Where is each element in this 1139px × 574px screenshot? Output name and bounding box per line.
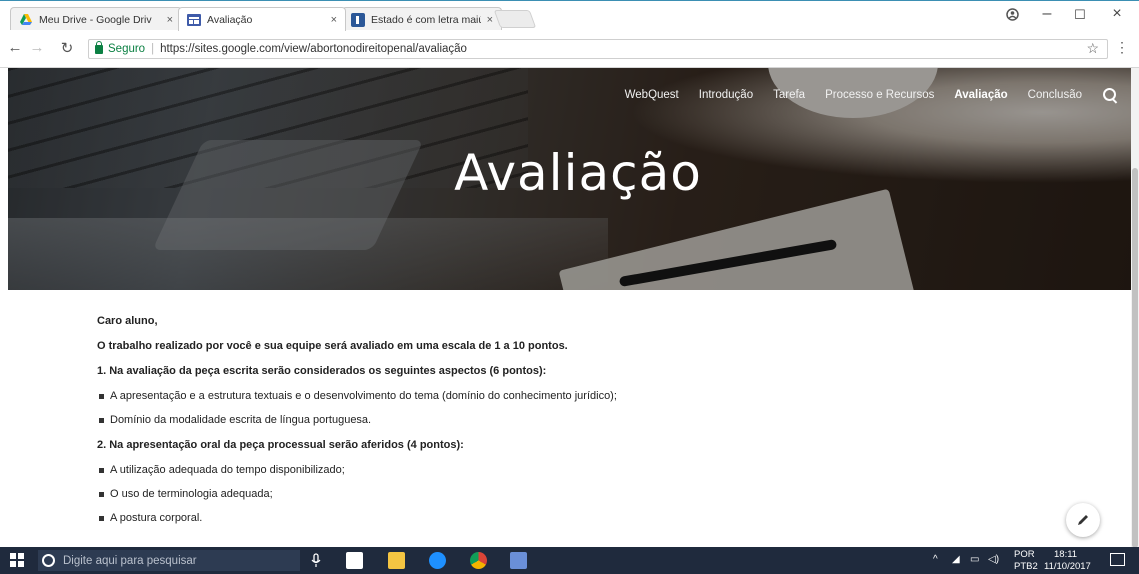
notification-center-icon[interactable] — [1110, 553, 1125, 566]
tab-avaliacao[interactable]: Avaliação × — [178, 7, 346, 31]
nav-webquest[interactable]: WebQuest — [625, 89, 679, 101]
user-profile-icon[interactable] — [1006, 8, 1019, 21]
screen: Meu Drive - Google Driv × Avaliação × Es… — [0, 0, 1139, 574]
list-item: O uso de terminologia adequada; — [97, 488, 997, 501]
nav-introducao[interactable]: Introdução — [699, 89, 753, 101]
tab-meu-drive[interactable]: Meu Drive - Google Driv × — [10, 7, 182, 31]
windows-start-icon[interactable] — [10, 553, 24, 567]
browser-toolbar: ← → ↻ Seguro | https://sites.google.com/… — [0, 30, 1139, 68]
battery-icon[interactable]: ▭ — [970, 554, 979, 565]
blog-icon — [351, 12, 365, 27]
scrollbar-thumb[interactable] — [1132, 168, 1138, 548]
language-indicator-top: POR — [1014, 549, 1035, 560]
list-item: A postura corporal. — [97, 512, 997, 525]
nav-processo-e-recursos[interactable]: Processo e Recursos — [825, 89, 934, 101]
page-content: Caro aluno, O trabalho realizado por voc… — [97, 315, 997, 537]
minimize-icon[interactable]: – — [1037, 5, 1057, 23]
browser-tab-strip: Meu Drive - Google Driv × Avaliação × Es… — [0, 0, 1139, 31]
cortana-icon — [42, 554, 55, 567]
close-tab-icon[interactable]: × — [331, 14, 337, 26]
file-explorer-icon[interactable] — [388, 552, 405, 569]
list-item: A apresentação e a estrutura textuais e … — [97, 390, 997, 403]
reload-icon[interactable]: ↻ — [58, 39, 76, 57]
close-tab-icon[interactable]: × — [487, 14, 493, 26]
secure-label: Seguro — [108, 43, 146, 55]
nav-conclusao[interactable]: Conclusão — [1028, 89, 1082, 101]
hero-banner: WebQuest Introdução Tarefa Processo e Re… — [8, 68, 1132, 290]
url-text: https://sites.google.com/view/abortonodi… — [160, 43, 467, 55]
clock-date: 11/10/2017 — [1044, 561, 1091, 572]
volume-icon[interactable]: ◁) — [988, 554, 999, 565]
google-sites-icon — [187, 13, 201, 26]
nav-avaliacao[interactable]: Avaliação — [954, 89, 1007, 101]
edge-browser-icon[interactable] — [429, 552, 446, 569]
taskbar-search-box[interactable]: Digite aqui para pesquisar — [38, 550, 300, 571]
site-nav: WebQuest Introdução Tarefa Processo e Re… — [625, 88, 1132, 102]
separator: | — [151, 43, 155, 55]
section1-list: A apresentação e a estrutura textuais e … — [97, 390, 997, 427]
nav-tarefa[interactable]: Tarefa — [773, 89, 805, 101]
tab-title: Estado é com letra maiús — [371, 13, 481, 26]
menu-kebab-icon[interactable]: ⋮ — [1115, 39, 1129, 56]
tab-estado[interactable]: Estado é com letra maiús × — [342, 7, 502, 31]
new-tab-button[interactable] — [493, 10, 537, 28]
lock-icon — [95, 40, 103, 54]
chrome-icon[interactable] — [470, 552, 487, 569]
page-title: Avaliação — [454, 144, 702, 202]
list-item: Domínio da modalidade escrita de língua … — [97, 414, 997, 427]
clock-time: 18:11 — [1054, 549, 1078, 560]
close-window-icon[interactable]: × — [1107, 5, 1127, 23]
bookmark-star-icon[interactable]: ☆ — [1086, 40, 1099, 57]
section2-title: 2. Na apresentação oral da peça processu… — [97, 439, 464, 451]
microphone-icon[interactable] — [311, 553, 321, 568]
maximize-icon[interactable]: ☐ — [1070, 7, 1090, 23]
wifi-icon[interactable]: ◢ — [952, 554, 960, 565]
section1-title: 1. Na avaliação da peça escrita serão co… — [97, 365, 547, 377]
search-icon[interactable] — [1102, 87, 1118, 103]
taskbar-search-placeholder: Digite aqui para pesquisar — [63, 554, 197, 567]
back-icon[interactable]: ← — [6, 39, 24, 56]
section2-list: A utilização adequada do tempo disponibi… — [97, 464, 997, 525]
language-indicator-bottom: PTB2 — [1014, 561, 1038, 572]
close-tab-icon[interactable]: × — [167, 14, 173, 26]
tab-title: Avaliação — [207, 13, 253, 26]
intro-text: O trabalho realizado por você e sua equi… — [97, 340, 568, 352]
tab-title: Meu Drive - Google Driv — [39, 13, 152, 26]
greeting: Caro aluno, — [97, 315, 158, 327]
windows-taskbar: Digite aqui para pesquisar ^ ◢ ▭ ◁) POR … — [0, 547, 1139, 574]
google-drive-icon — [20, 13, 32, 25]
edit-fab-button[interactable] — [1066, 503, 1100, 537]
tray-chevron-icon[interactable]: ^ — [933, 554, 938, 565]
list-item: A utilização adequada do tempo disponibi… — [97, 464, 997, 477]
forward-icon[interactable]: → — [28, 39, 46, 56]
app-icon[interactable] — [510, 552, 527, 569]
page-scrollbar[interactable] — [1131, 68, 1139, 548]
task-view-icon[interactable] — [346, 552, 363, 569]
pencil-icon — [1078, 515, 1088, 525]
address-bar[interactable]: Seguro | https://sites.google.com/view/a… — [88, 39, 1108, 59]
